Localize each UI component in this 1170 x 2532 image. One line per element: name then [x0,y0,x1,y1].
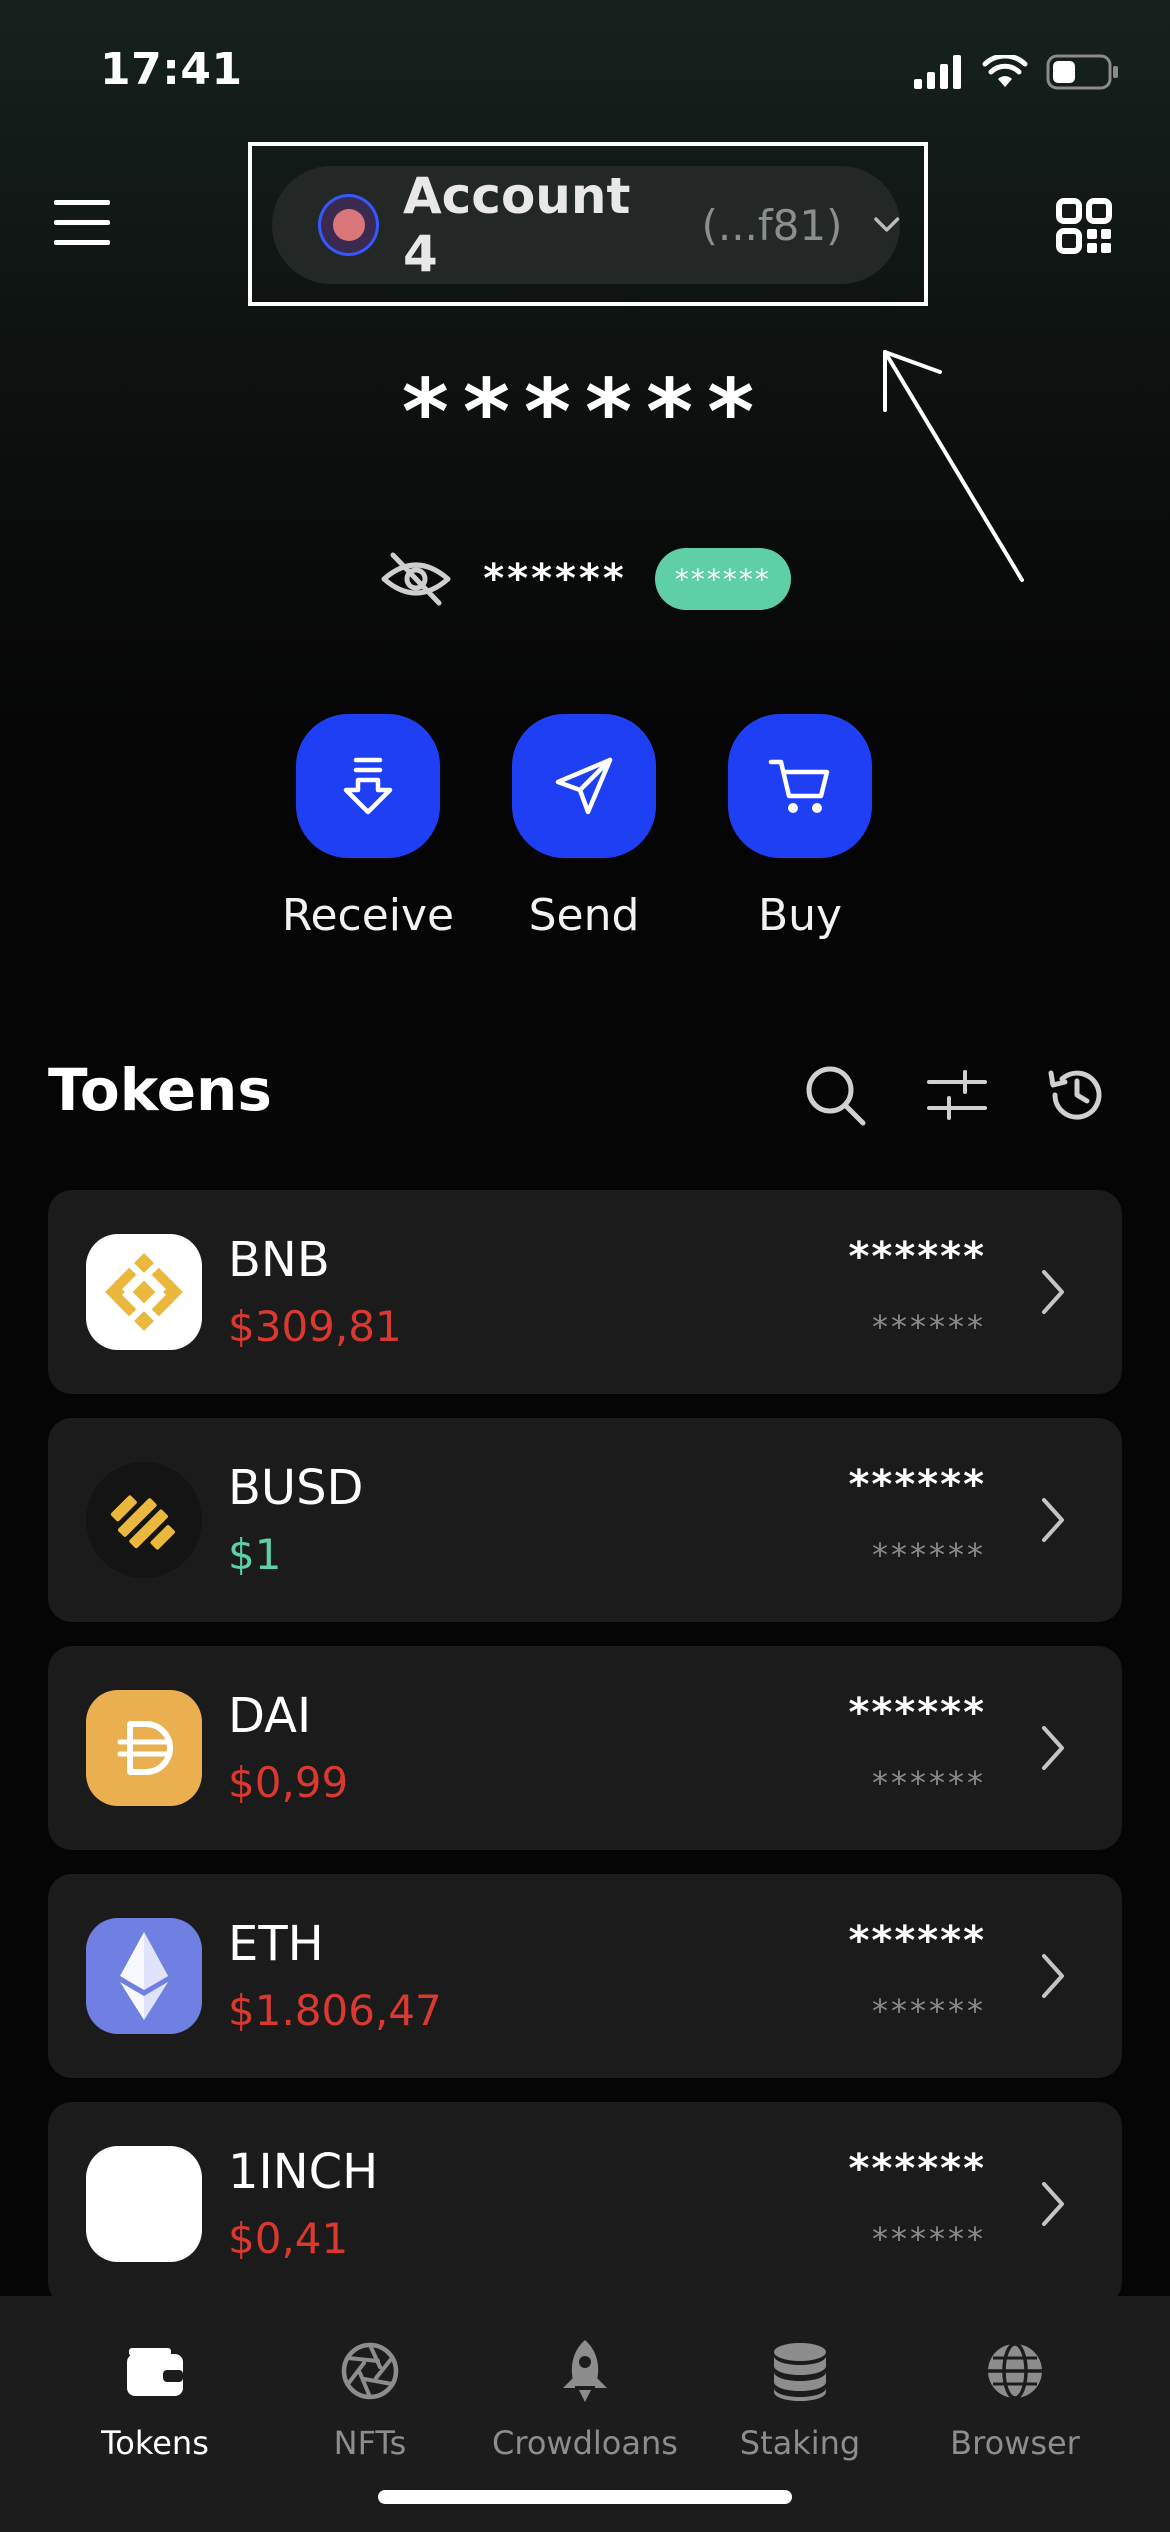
eth-logo-icon [86,1918,202,2034]
token-row-eth[interactable]: ETH $1.806,47 ****** ****** [48,1874,1122,2078]
token-price: $1.806,47 [228,1986,442,2035]
status-icons [914,54,1120,90]
token-balance: ****** [848,1918,986,1964]
chevron-down-icon [873,217,899,232]
balance-change-row: ****** ****** [0,548,1170,610]
globe-icon [988,2342,1042,2400]
token-price: $1 [228,1530,282,1579]
token-row-bnb[interactable]: BNB $309,81 ****** ****** [48,1190,1122,1394]
search-icon [806,1066,866,1126]
coins-stack-icon [774,2343,826,2401]
send-button[interactable]: Send [484,714,684,941]
token-price: $0,41 [228,2214,349,2263]
token-row-1inch[interactable]: 1INCH $0,41 ****** ****** [48,2102,1122,2306]
busd-logo-icon [86,1462,202,1578]
qr-code-icon [1056,198,1112,254]
filter-button[interactable] [922,1060,992,1130]
token-symbol: ETH [228,1916,324,1972]
tab-crowdloans[interactable]: Crowdloans [475,2336,695,2462]
chevron-right-icon [1042,1954,1064,1998]
receive-icon [296,714,440,858]
aperture-icon [341,2342,399,2400]
1inch-logo-icon [86,2146,202,2262]
token-row-busd[interactable]: BUSD $1 ****** ****** [48,1418,1122,1622]
tab-label: NFTs [333,2424,407,2462]
status-time: 17:41 [100,44,243,95]
tokens-title: Tokens [48,1056,272,1124]
home-indicator [378,2490,792,2504]
send-label: Send [528,890,640,941]
total-balance: ****** [401,360,769,465]
buy-button[interactable]: Buy [700,714,900,941]
hamburger-icon [54,200,110,245]
battery-icon [1046,54,1118,90]
wallet-icon [127,2348,183,2396]
history-icon [1048,1070,1102,1120]
token-symbol: 1INCH [228,2144,379,2200]
send-icon [512,714,656,858]
receive-button[interactable]: Receive [268,714,468,941]
eye-off-icon[interactable] [379,549,453,609]
chevron-right-icon [1042,1726,1064,1770]
token-row-dai[interactable]: DAI $0,99 ****** ****** [48,1646,1122,1850]
tab-browser[interactable]: Browser [905,2336,1125,2462]
token-price: $0,99 [228,1758,349,1807]
sliders-icon [927,1070,987,1120]
menu-button[interactable] [54,200,110,246]
token-fiat-value: ****** [872,1536,986,1574]
token-balance: ****** [848,1690,986,1736]
token-balance: ****** [848,1462,986,1508]
tab-label: Crowdloans [492,2424,678,2462]
buy-label: Buy [757,890,843,941]
account-avatar [318,194,379,256]
token-fiat-value: ****** [872,1992,986,2030]
tab-label: Staking [739,2424,861,2462]
account-name: Account 4 [402,167,631,283]
history-button[interactable] [1042,1060,1112,1130]
cart-icon [728,714,872,858]
tab-nfts[interactable]: NFTs [260,2336,480,2462]
chevron-right-icon [1042,1498,1064,1542]
chevron-right-icon [1042,1270,1064,1314]
token-balance: ****** [848,2146,986,2192]
account-selector[interactable]: Account 4 (...f81) [272,166,900,284]
qr-scan-button[interactable] [1056,198,1112,254]
token-symbol: BNB [228,1232,330,1288]
token-balance: ****** [848,1234,986,1280]
token-fiat-value: ****** [872,1308,986,1346]
chevron-right-icon [1042,2182,1064,2226]
token-fiat-value: ****** [872,1764,986,1802]
tab-label: Tokens [101,2424,209,2462]
tab-tokens[interactable]: Tokens [45,2336,265,2462]
token-fiat-value: ****** [872,2220,986,2258]
token-symbol: BUSD [228,1460,364,1516]
search-button[interactable] [800,1060,870,1130]
tab-label: Browser [950,2424,1080,2462]
token-symbol: DAI [228,1688,312,1744]
tab-staking[interactable]: Staking [690,2336,910,2462]
change-percent-badge: ****** [654,548,791,610]
bnb-logo-icon [86,1234,202,1350]
receive-label: Receive [281,890,455,941]
rocket-icon [563,2340,607,2402]
dai-logo-icon [86,1690,202,1806]
cellular-signal-icon [914,55,961,89]
balance-change: ****** [483,556,627,602]
token-price: $309,81 [228,1302,402,1351]
wifi-icon [982,55,1028,87]
account-address: (...f81) [701,200,843,250]
